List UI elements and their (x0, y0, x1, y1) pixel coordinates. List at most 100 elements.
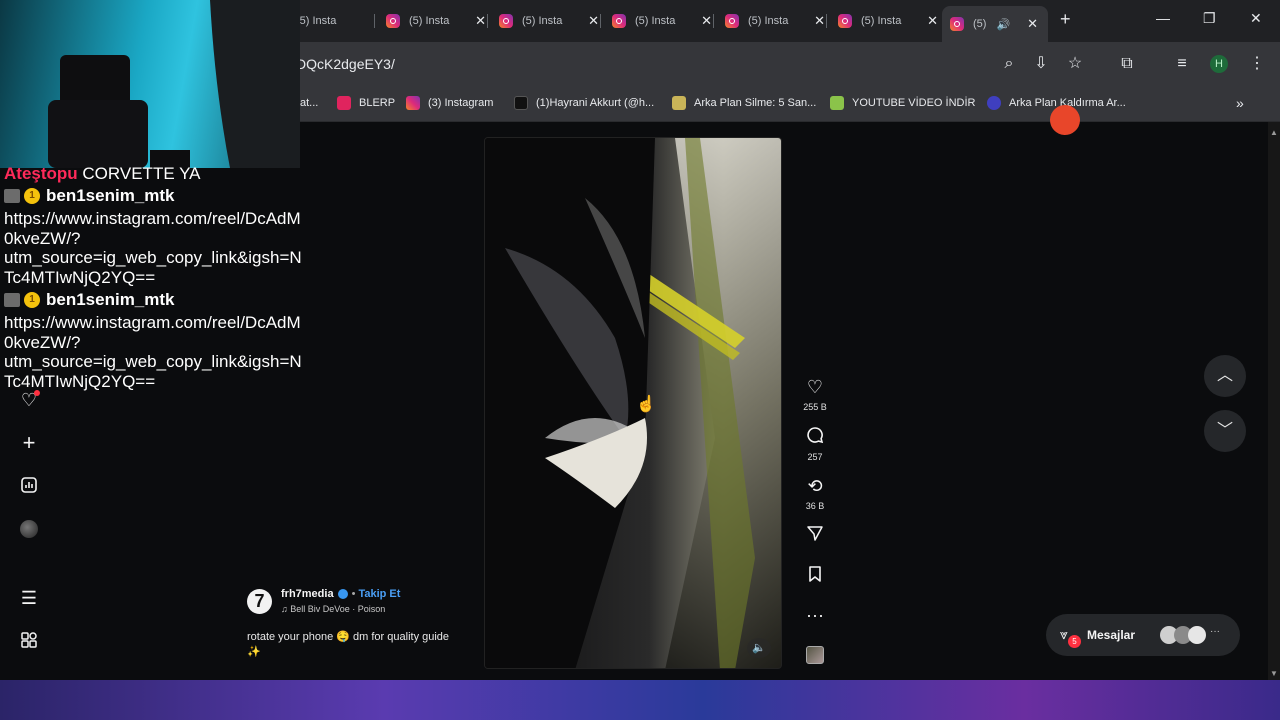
extensions-icon[interactable]: ⧉ (1118, 55, 1136, 73)
download-arrow-icon (830, 96, 844, 110)
media-control-icon[interactable]: ≡ (1173, 55, 1191, 73)
instagram-icon (950, 17, 964, 31)
browser-tab[interactable]: (5) Insta ✕ (499, 8, 609, 34)
tiktok-icon (514, 96, 528, 110)
save-button[interactable] (800, 565, 830, 587)
chat-line: https://www.instagram.com/reel/DcAdM (4, 313, 301, 332)
close-icon[interactable]: ✕ (814, 13, 825, 29)
instagram-icon (838, 14, 852, 28)
menu-hamburger-icon[interactable]: ☰ (18, 587, 40, 609)
tab-title: (5) Insta (748, 15, 789, 27)
rank-badge: 1 (24, 188, 40, 204)
profile-avatar[interactable] (18, 520, 40, 542)
chat-line: Tc4MTIwNjQ2YQ== (4, 371, 156, 391)
messages-label: Mesajlar (1087, 628, 1136, 642)
chat-message: Ateştopu CORVETTE YA (4, 164, 304, 183)
separator: • (351, 588, 356, 600)
like-count: 255 B (803, 402, 827, 412)
share-button[interactable] (800, 524, 830, 546)
bookmark-label: Arka Plan Silme: 5 San... (694, 97, 817, 109)
follow-button[interactable]: Takip Et (358, 588, 400, 600)
audio-track[interactable]: ♫ Bell Biv DeVoe · Poison (281, 604, 385, 614)
tab-separator (374, 14, 375, 28)
bookmark-item[interactable]: (1)Hayrani Akkurt (@h... (514, 95, 654, 111)
audio-cover-icon (806, 646, 824, 664)
minimize-icon[interactable]: — (1156, 10, 1170, 26)
close-icon[interactable]: ✕ (1027, 16, 1038, 32)
bookmark-item[interactable]: Arka Plan Silme: 5 San... (672, 95, 816, 111)
repost-button[interactable]: ⟲ 36 B (800, 475, 830, 511)
more-dots-icon: ··· (1210, 626, 1220, 637)
audio-thumbnail[interactable] (800, 646, 830, 669)
browser-tab-active[interactable]: (5) 🔊 ✕ (942, 6, 1048, 42)
bookmark-item[interactable]: at... (300, 95, 318, 111)
chat-line: utm_source=ig_web_copy_link&igsh=N (4, 248, 302, 267)
like-button[interactable]: ♡ 255 B (800, 376, 830, 412)
instagram-icon (386, 14, 400, 28)
close-icon[interactable]: ✕ (701, 13, 712, 29)
webcam-chair-image (48, 0, 300, 168)
close-window-icon[interactable]: ✕ (1250, 10, 1262, 27)
chat-text: https://www.instagram.com/reel/DcAdM 0kv… (4, 209, 304, 287)
scroll-down-arrow-icon[interactable]: ▼ (1270, 669, 1278, 678)
notifications-heart-icon[interactable]: ♡ (18, 389, 40, 411)
close-icon[interactable]: ✕ (927, 13, 938, 29)
more-apps-icon[interactable] (18, 631, 40, 653)
previous-reel-button[interactable]: ︿ (1204, 355, 1246, 397)
contact-avatar (1188, 626, 1206, 644)
comment-button[interactable]: 257 (800, 426, 830, 462)
next-reel-button[interactable]: ﹀ (1204, 410, 1246, 452)
author-username[interactable]: frh7media (281, 588, 334, 600)
new-tab-button[interactable]: + (1060, 9, 1071, 30)
bookmark-label: BLERP (359, 97, 396, 109)
dashboard-icon[interactable] (18, 476, 40, 498)
repost-icon: ⟲ (807, 476, 823, 496)
bookmark-label: YOUTUBE VİDEO İNDİR (852, 97, 976, 109)
mute-toggle-icon[interactable]: 🔈 (747, 638, 771, 658)
browser-tab[interactable]: (5) Insta ✕ (838, 8, 948, 34)
instagram-icon (499, 14, 513, 28)
chat-username-label: ben1senim_mtk (46, 290, 175, 310)
messages-button[interactable]: ⩔ 5 Mesajlar ··· (1046, 614, 1240, 656)
chat-username: 1 ben1senim_mtk (4, 287, 304, 313)
bookmark-item[interactable]: YOUTUBE VİDEO İNDİR (830, 95, 975, 111)
profile-avatar[interactable]: H (1210, 55, 1228, 73)
scroll-up-arrow-icon[interactable]: ▲ (1270, 128, 1278, 137)
chat-line: Tc4MTIwNjQ2YQ== (4, 267, 156, 287)
comment-count: 257 (807, 452, 823, 462)
speaker-icon[interactable]: 🔊 (996, 18, 1010, 31)
author-avatar[interactable]: 7 (247, 589, 272, 614)
create-plus-icon[interactable]: + (18, 432, 40, 454)
bookmark-star-icon[interactable]: ☆ (1066, 55, 1084, 73)
browser-tab[interactable]: (5) Insta ✕ (612, 8, 722, 34)
bookmarks-overflow-icon[interactable]: » (1236, 95, 1244, 111)
reel-video[interactable]: 🔈 (484, 137, 782, 669)
close-icon[interactable]: ✕ (588, 13, 599, 29)
more-dots-icon: ··· (806, 605, 824, 625)
tab-separator (487, 14, 488, 28)
browser-tab[interactable]: (5) Insta ✕ (386, 8, 496, 34)
install-app-icon[interactable]: ⇩ (1032, 55, 1050, 73)
more-menu-icon[interactable]: ⋮ (1248, 55, 1266, 73)
stream-chat: Ateştopu CORVETTE YA 1 ben1senim_mtk htt… (4, 164, 304, 391)
close-icon[interactable]: ✕ (475, 13, 486, 29)
restore-icon[interactable]: ❐ (1203, 10, 1216, 27)
browser-tab[interactable]: (5) Insta ✕ (725, 8, 835, 34)
layers-icon (672, 96, 686, 110)
zoom-icon[interactable]: ⌕ (1000, 55, 1018, 73)
bookmark-icon (800, 565, 830, 587)
reel-caption: rotate your phone 🤤 dm for quality guide… (247, 630, 477, 660)
page-scrollbar[interactable]: ▲ ▼ (1268, 122, 1280, 680)
instagram-icon (725, 14, 739, 28)
blerp-icon (337, 96, 351, 110)
more-options-button[interactable]: ··· (800, 604, 830, 626)
bookmark-item[interactable]: (3) Instagram (406, 95, 493, 111)
bookmark-item[interactable]: BLERP (337, 95, 395, 111)
user-avatar-icon (4, 189, 20, 203)
heart-icon: ♡ (806, 377, 824, 397)
tab-title: (5) Insta (861, 15, 902, 27)
address-bar[interactable]: DQcK2dgeEY3/ (296, 49, 1096, 79)
tab-separator (713, 14, 714, 28)
chat-line: 0kveZW/? (4, 228, 81, 248)
bookmark-label: (3) Instagram (428, 97, 494, 109)
